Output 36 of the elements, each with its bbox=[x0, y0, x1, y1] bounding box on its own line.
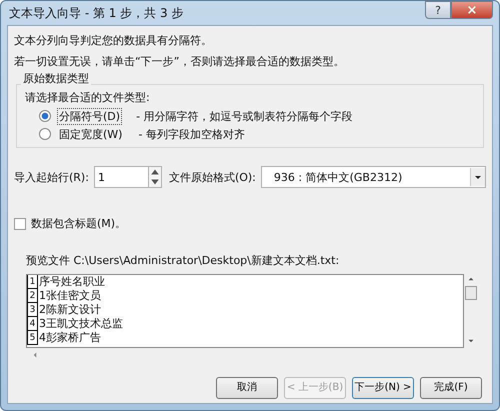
row-number: 2 bbox=[27, 289, 38, 303]
dropdown-arrow-icon bbox=[474, 173, 482, 181]
preview-line: 2陈新文设计 bbox=[38, 303, 101, 317]
help-button[interactable]: ? bbox=[425, 1, 451, 19]
option-description: - 每列字段加空格对齐 bbox=[138, 126, 245, 142]
intro-text: 若一切设置无误，请单击“下一步”，否则请选择最合适的数据类型。 bbox=[14, 54, 346, 70]
radio-button[interactable] bbox=[39, 128, 51, 140]
scroll-thumb[interactable] bbox=[465, 286, 477, 300]
intro-text: 文本分列向导判定您的数据具有分隔符。 bbox=[14, 33, 213, 49]
radio-button[interactable] bbox=[39, 110, 51, 122]
file-origin-label: 文件原始格式(O): bbox=[168, 170, 256, 184]
row-number: 1 bbox=[27, 275, 38, 289]
start-row-field[interactable]: 1 bbox=[94, 166, 148, 188]
row-number: 3 bbox=[27, 303, 38, 317]
prompt-text: 请选择最合适的文件类型: bbox=[25, 90, 151, 106]
row-number: 5 bbox=[27, 331, 38, 345]
option-description: - 用分隔字符，如逗号或制表符分隔每个字段 bbox=[136, 108, 353, 124]
radio-label: 分隔符号(D) bbox=[57, 108, 122, 124]
window-title: 文本导入向导 - 第 1 步，共 3 步 bbox=[8, 4, 184, 22]
dialog-button[interactable]: 取消 bbox=[216, 377, 278, 399]
preview-line: 序号姓名职业 bbox=[38, 275, 105, 289]
preview-label: 预览文件 C:\Users\Administrator\Desktop\新建文本文档.txt: bbox=[26, 253, 340, 268]
file-origin-dropdown[interactable]: 936 : 简体中文(GB2312) bbox=[260, 166, 486, 188]
spin-down-icon[interactable] bbox=[148, 177, 161, 187]
preview-line: 3王凯文技术总监 bbox=[38, 317, 123, 331]
group-title: 原始数据类型 bbox=[21, 71, 91, 86]
checkbox[interactable] bbox=[14, 218, 26, 230]
checkbox-label: 数据包含标题(M)。 bbox=[31, 216, 126, 231]
dialog-button[interactable]: 完成(F) bbox=[420, 377, 482, 399]
preview-line: 1张佳密文员 bbox=[38, 289, 101, 303]
start-row-label: 导入起始行(R): bbox=[14, 170, 89, 184]
spin-up-icon[interactable] bbox=[148, 167, 161, 177]
radio-label: 固定宽度(W) bbox=[58, 126, 124, 142]
preview-line: 4彭家桥广告 bbox=[38, 331, 101, 345]
row-number: 4 bbox=[27, 317, 38, 331]
dialog-button[interactable]: 下一步(N) > bbox=[352, 377, 414, 399]
